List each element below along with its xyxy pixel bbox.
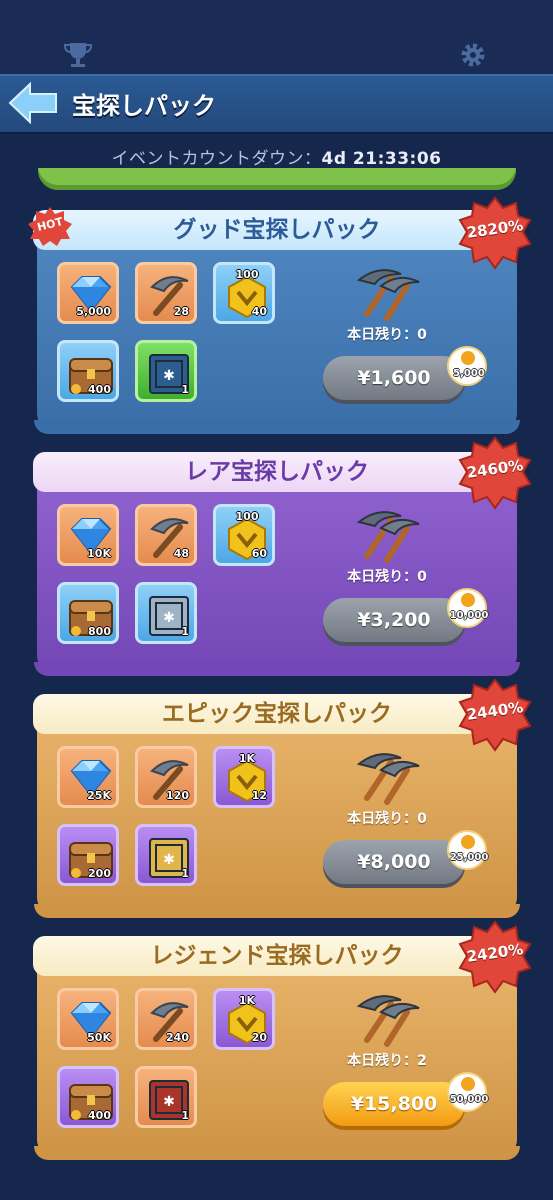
item-qty: 200 [88, 867, 111, 880]
gift-icon [461, 351, 475, 365]
page-title: 宝探しパック [72, 92, 216, 120]
event-countdown: イベントカウントダウン：4d 21:33:06 [0, 144, 553, 169]
item-top-value: 1K [238, 994, 256, 1007]
item-qty: 1 [181, 867, 189, 880]
item-diamond[interactable]: 5,000 [57, 262, 119, 324]
item-qty: 5,000 [76, 305, 111, 318]
remaining-today: 本日残り：0 [347, 811, 427, 827]
value-badge: 2460% [458, 436, 532, 510]
item-qty: 60 [251, 547, 267, 560]
bottom-edge [0, 1168, 553, 1200]
item-pickaxe[interactable]: 120 [135, 746, 197, 808]
hot-badge: HOT [28, 206, 72, 246]
item-qty: 800 [88, 625, 111, 638]
trophy-icon[interactable] [62, 40, 94, 70]
item-treasure-chest[interactable]: 400 [57, 1066, 119, 1128]
pack-legend: レジェンド宝探しパック 50K 240 1K 20 400 1 本日残り：2 ¥… [33, 936, 521, 1160]
item-top-value: 1K [238, 752, 256, 765]
bonus-gift-badge: 10,000 [447, 588, 488, 628]
pickaxes-icon [353, 988, 423, 1048]
item-qty: 28 [173, 305, 189, 318]
gear-icon[interactable] [458, 40, 488, 70]
value-badge: 2440% [458, 678, 532, 752]
item-qty: 25K [87, 789, 111, 802]
gold-crate-icon [138, 827, 200, 889]
pack-title: レア宝探しパック [33, 452, 521, 492]
item-treasure-chest[interactable]: 800 [57, 582, 119, 644]
countdown-label: イベントカウントダウン： [111, 149, 322, 169]
value-badge: 2420% [458, 920, 532, 994]
pickaxes-icon [353, 504, 423, 564]
pack-epic: エピック宝探しパック 25K 120 1K 12 200 1 本日残り：0 ¥8… [33, 694, 521, 918]
item-qty: 10K [87, 547, 111, 560]
gift-icon [461, 1077, 475, 1091]
pickaxe-icon [138, 507, 200, 569]
silver-crate-icon [138, 585, 200, 647]
gift-icon [461, 835, 475, 849]
item-gold-crate[interactable]: 1 [135, 824, 197, 886]
pickaxe-icon [138, 265, 200, 327]
item-qty: 48 [173, 547, 189, 560]
bonus-gift-badge: 50,000 [447, 1072, 488, 1112]
bonus-amount: 25,000 [449, 852, 489, 863]
item-qty: 400 [88, 383, 111, 396]
bonus-amount: 5,000 [453, 368, 485, 379]
bonus-amount: 10,000 [449, 610, 489, 621]
item-qty: 240 [166, 1031, 189, 1044]
item-qty: 40 [251, 305, 267, 318]
pack-rare: レア宝探しパック 10K 48 100 60 800 1 本日残り：0 ¥3,2… [33, 452, 521, 676]
remaining-today: 本日残り：0 [347, 327, 427, 343]
item-gold-token[interactable]: 1K 12 [213, 746, 275, 808]
item-pickaxe[interactable]: 28 [135, 262, 197, 324]
item-silver-crate[interactable]: 1 [135, 582, 197, 644]
countdown-time: 4d 21:33:06 [321, 149, 442, 169]
item-gold-token[interactable]: 1K 20 [213, 988, 275, 1050]
item-diamond[interactable]: 25K [57, 746, 119, 808]
item-qty: 12 [251, 789, 267, 802]
item-pickaxe[interactable]: 48 [135, 504, 197, 566]
item-diamond[interactable]: 10K [57, 504, 119, 566]
top-bar [0, 0, 553, 74]
item-qty: 20 [251, 1031, 267, 1044]
gift-icon [461, 593, 475, 607]
pack-title: レジェンド宝探しパック [33, 936, 521, 976]
item-blue-crate[interactable]: 1 [135, 340, 197, 402]
item-pickaxe[interactable]: 240 [135, 988, 197, 1050]
item-top-value: 100 [235, 268, 259, 281]
pack-good: グッド宝探しパック 5,000 28 100 40 400 1 本日残り：0 ¥… [33, 210, 521, 434]
pack-title: エピック宝探しパック [33, 694, 521, 734]
item-qty: 1 [181, 1109, 189, 1122]
bonus-amount: 50,000 [449, 1094, 489, 1105]
item-top-value: 100 [235, 510, 259, 523]
back-arrow-icon[interactable] [8, 80, 60, 126]
bonus-gift-badge: 5,000 [447, 346, 487, 386]
item-gold-token[interactable]: 100 60 [213, 504, 275, 566]
item-qty: 400 [88, 1109, 111, 1122]
item-diamond[interactable]: 50K [57, 988, 119, 1050]
item-gold-token[interactable]: 100 40 [213, 262, 275, 324]
pickaxes-icon [353, 746, 423, 806]
item-qty: 1 [181, 625, 189, 638]
item-treasure-chest[interactable]: 400 [57, 340, 119, 402]
pickaxes-icon [353, 262, 423, 322]
item-treasure-chest[interactable]: 200 [57, 824, 119, 886]
value-badge: 2820% [458, 196, 532, 270]
remaining-today: 本日残り：2 [347, 1053, 427, 1069]
item-qty: 120 [166, 789, 189, 802]
bonus-gift-badge: 25,000 [447, 830, 488, 870]
item-red-crate[interactable]: 1 [135, 1066, 197, 1128]
pack-title: グッド宝探しパック [33, 210, 521, 250]
green-slime-decoration [38, 168, 516, 190]
blue-crate-icon [138, 343, 200, 405]
item-qty: 1 [181, 383, 189, 396]
item-qty: 50K [87, 1031, 111, 1044]
remaining-today: 本日残り：0 [347, 569, 427, 585]
red-crate-icon [138, 1069, 200, 1131]
